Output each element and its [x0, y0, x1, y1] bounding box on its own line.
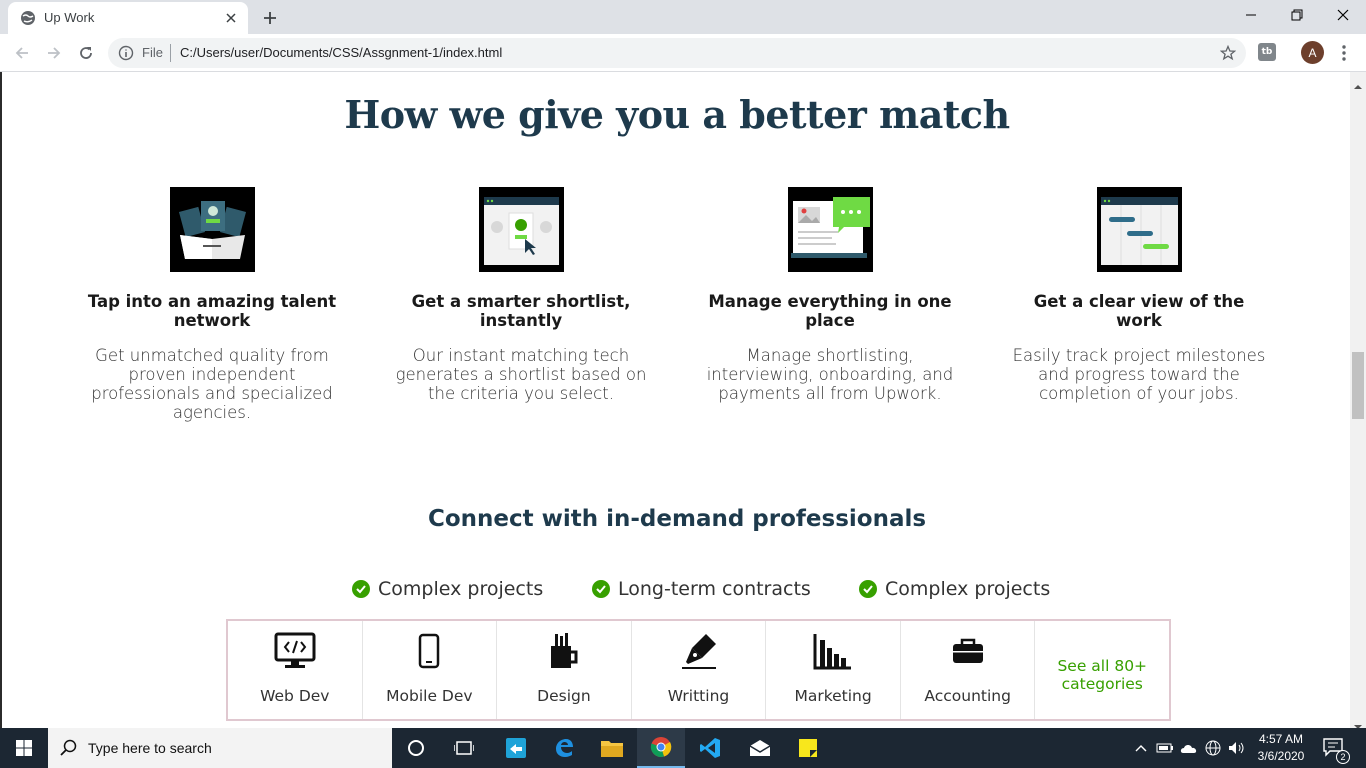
pen-nib-icon	[677, 631, 721, 671]
close-window-button[interactable]	[1320, 0, 1366, 30]
section-subheading: Connect with in-demand professionals	[427, 506, 927, 532]
category-accounting[interactable]: Accounting	[901, 621, 1036, 719]
search-placeholder: Type here to search	[88, 740, 212, 756]
tab-strip: Up Work	[0, 0, 1366, 34]
timeline-icon	[1096, 187, 1182, 272]
feature-card: Get a clear view of the work Easily trac…	[1009, 187, 1269, 403]
feature-description: Get unmatched quality from proven indepe…	[91, 346, 333, 422]
clock-time: 4:57 AM	[1258, 732, 1304, 746]
feature-description: Our instant matching tech generates a sh…	[395, 346, 647, 403]
chevron-up-icon[interactable]	[1132, 739, 1150, 757]
volume-icon[interactable]	[1228, 739, 1246, 757]
windows-taskbar: Type here to search 4:57 AM 3/6/2020 2	[0, 728, 1366, 768]
check-item: Complex projects	[352, 577, 543, 601]
page-viewport: How we give you a better match Tap into …	[0, 72, 1350, 728]
feature-title: Get a smarter shortlist, instantly	[411, 292, 631, 330]
network-globe-icon[interactable]	[1204, 739, 1222, 757]
category-web-dev[interactable]: Web Dev	[228, 621, 363, 719]
close-tab-icon[interactable]	[222, 9, 240, 27]
extension-icon[interactable]: tb	[1258, 43, 1276, 61]
scroll-up-icon[interactable]	[1354, 76, 1362, 89]
feature-card: Get a smarter shortlist, instantly Our i…	[391, 187, 651, 403]
address-bar[interactable]: File C:/Users/user/Documents/CSS/Assgnme…	[108, 38, 1246, 68]
category-writting[interactable]: Writting	[632, 621, 767, 719]
check-item: Long-term contracts	[592, 577, 811, 601]
search-icon	[60, 739, 78, 757]
feature-description: Easily track project milestones and prog…	[1012, 346, 1266, 403]
page-scrollbar[interactable]	[1350, 72, 1366, 729]
taskbar-search[interactable]: Type here to search	[48, 728, 392, 768]
scheme-label: File	[142, 45, 163, 60]
shortlist-icon	[478, 187, 564, 272]
system-clock[interactable]: 4:57 AM 3/6/2020	[1253, 731, 1309, 765]
category-label: Marketing	[794, 687, 872, 705]
pencil-cup-icon	[542, 631, 586, 671]
omnibox-divider	[170, 44, 171, 62]
bookmark-star-icon[interactable]	[1218, 43, 1238, 63]
scroll-down-icon[interactable]	[1354, 716, 1362, 729]
browser-toolbar: File C:/Users/user/Documents/CSS/Assgnme…	[0, 34, 1366, 72]
task-view-icon[interactable]	[440, 728, 488, 768]
forward-button[interactable]	[42, 41, 66, 65]
vscode-icon[interactable]	[686, 728, 734, 768]
feature-title: Tap into an amazing talent network	[87, 292, 337, 330]
onedrive-icon[interactable]	[1180, 739, 1198, 757]
back-button[interactable]	[10, 41, 34, 65]
feature-title: Get a clear view of the work	[1033, 292, 1245, 330]
url-text[interactable]: C:/Users/user/Documents/CSS/Assgnment-1/…	[180, 45, 502, 60]
category-mobile-dev[interactable]: Mobile Dev	[363, 621, 498, 719]
talent-network-icon	[169, 187, 255, 272]
profile-avatar[interactable]: A	[1301, 41, 1324, 64]
info-icon[interactable]	[118, 45, 134, 61]
check-label: Complex projects	[885, 578, 1051, 600]
category-label: Writting	[667, 687, 730, 705]
minimize-button[interactable]	[1228, 0, 1274, 30]
category-label: Mobile Dev	[386, 687, 473, 705]
see-all-categories-link[interactable]: See all 80+ categories	[1035, 621, 1169, 719]
category-design[interactable]: Design	[497, 621, 632, 719]
bar-chart-icon	[811, 631, 855, 671]
mobile-icon	[407, 631, 451, 671]
feature-title: Manage everything in one place	[708, 292, 952, 330]
start-button[interactable]	[0, 728, 48, 768]
check-icon	[352, 580, 370, 598]
page-heading: How we give you a better match	[344, 92, 1010, 137]
edge-icon[interactable]	[540, 728, 588, 768]
globe-icon	[20, 10, 36, 26]
restore-button[interactable]	[1274, 0, 1320, 30]
check-icon	[859, 580, 877, 598]
mail-icon[interactable]	[736, 728, 784, 768]
feature-card: Tap into an amazing talent network Get u…	[82, 187, 342, 422]
check-item: Complex projects	[859, 577, 1050, 601]
briefcase-icon	[946, 631, 990, 671]
battery-icon[interactable]	[1156, 739, 1174, 757]
check-icon	[592, 580, 610, 598]
new-tab-button[interactable]	[258, 6, 282, 30]
check-label: Complex projects	[378, 578, 544, 600]
chrome-icon[interactable]	[637, 728, 685, 768]
category-marketing[interactable]: Marketing	[766, 621, 901, 719]
category-grid: Web Dev Mobile Dev Design Writting Marke…	[226, 619, 1171, 721]
file-explorer-icon[interactable]	[588, 728, 636, 768]
category-label: Web Dev	[260, 687, 330, 705]
sticky-notes-icon[interactable]	[784, 728, 832, 768]
monitor-code-icon	[273, 631, 317, 671]
manage-icon	[787, 187, 873, 272]
check-label: Long-term contracts	[618, 578, 811, 600]
scrollbar-thumb[interactable]	[1352, 352, 1364, 419]
cortana-icon[interactable]	[392, 728, 440, 768]
tab-title: Up Work	[44, 10, 95, 25]
category-label: Design	[537, 687, 591, 705]
feature-card: Manage everything in one place Manage sh…	[700, 187, 960, 403]
clock-date: 3/6/2020	[1257, 749, 1305, 763]
menu-dots-icon[interactable]	[1334, 41, 1354, 65]
browser-tab[interactable]: Up Work	[8, 2, 248, 34]
feature-description: Manage shortlisting, interviewing, onboa…	[706, 346, 954, 403]
category-label: Accounting	[924, 687, 1011, 705]
store-app-icon[interactable]	[492, 728, 540, 768]
notification-count-badge: 2	[1336, 750, 1350, 764]
see-all-label[interactable]: See all 80+ categories	[1035, 657, 1169, 693]
reload-button[interactable]	[74, 41, 98, 65]
